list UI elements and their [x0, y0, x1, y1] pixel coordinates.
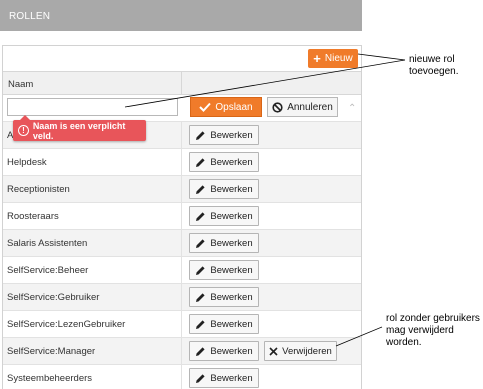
annotation-text: mag verwijderd worden.	[386, 325, 454, 348]
error-message: Naam is een verplicht veld.	[32, 120, 126, 141]
annotation-text: rol zonder gebruikers	[386, 313, 480, 324]
annotation-new-role: nieuwe rol toevoegen.	[409, 54, 459, 78]
annotation-text: toevoegen.	[409, 66, 459, 77]
validation-error-tooltip: ! Naam is een verplicht veld.	[13, 115, 146, 141]
exclamation-icon: !	[18, 125, 29, 136]
annotation-text: nieuwe rol	[409, 54, 455, 65]
callout-line	[357, 53, 406, 61]
callout-line	[124, 59, 406, 108]
annotation-deletable-role: rol zonder gebruikers mag verwijderd wor…	[386, 313, 483, 349]
callout-line	[335, 326, 383, 347]
